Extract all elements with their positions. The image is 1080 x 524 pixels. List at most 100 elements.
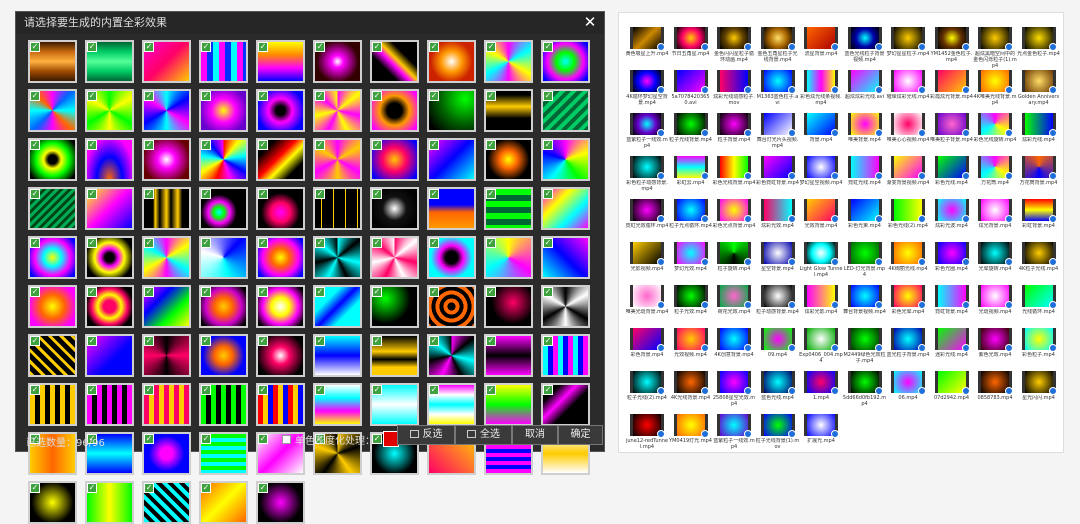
effect-checkbox-icon[interactable]: ✓: [315, 287, 325, 297]
effect-thumbnail[interactable]: ✓: [370, 40, 419, 83]
effect-checkbox-icon[interactable]: ✓: [201, 385, 211, 395]
file-item[interactable]: 彩色粒子.mp4: [1019, 328, 1059, 370]
effect-checkbox-icon[interactable]: ✓: [258, 385, 268, 395]
file-item[interactable]: 迷彩光线.mp4: [932, 328, 972, 370]
effect-checkbox-icon[interactable]: ✓: [144, 434, 154, 444]
effect-thumbnail[interactable]: ✓: [199, 432, 248, 475]
effect-thumbnail[interactable]: ✓: [484, 89, 533, 132]
file-item[interactable]: 彩色背景.mp4: [627, 328, 667, 370]
ok-button[interactable]: 确定: [558, 425, 603, 445]
effect-checkbox-icon[interactable]: ✓: [486, 189, 496, 199]
effect-checkbox-icon[interactable]: ✓: [486, 336, 496, 346]
file-item[interactable]: YM0419灯光.mp4: [669, 414, 712, 456]
effect-thumbnail[interactable]: ✓: [370, 236, 419, 279]
file-item[interactable]: 节日五角星.mp4: [671, 27, 711, 69]
file-item[interactable]: 彩色光晕.mp4: [888, 285, 928, 327]
file-item[interactable]: 唯美背景.mp4: [845, 113, 885, 155]
effect-checkbox-icon[interactable]: ✓: [201, 483, 211, 493]
effect-checkbox-icon[interactable]: ✓: [30, 140, 40, 150]
effect-thumbnail[interactable]: ✓: [28, 187, 77, 230]
effect-checkbox-icon[interactable]: ✓: [30, 238, 40, 248]
file-item[interactable]: 彩色霓虹背景.mp4: [756, 156, 799, 198]
invert-button[interactable]: 反选: [397, 425, 455, 445]
effect-thumbnail[interactable]: ✓: [256, 481, 305, 524]
file-item[interactable]: M1363蓝色粒子.avi: [757, 70, 798, 112]
effect-checkbox-icon[interactable]: ✓: [372, 91, 382, 101]
file-item[interactable]: 梦幻光效.mp4: [671, 242, 711, 284]
file-item[interactable]: 光效背景.mp4: [801, 199, 841, 241]
effect-checkbox-icon[interactable]: ✓: [201, 42, 211, 52]
file-item[interactable]: 25808星空光效.mp4: [713, 371, 755, 413]
effect-thumbnail[interactable]: ✓: [541, 187, 590, 230]
effect-thumbnail[interactable]: ✓: [313, 383, 362, 426]
effect-thumbnail[interactable]: ✓: [142, 40, 191, 83]
effect-checkbox-icon[interactable]: ✓: [201, 91, 211, 101]
cancel-button[interactable]: 取消: [512, 425, 558, 445]
file-item[interactable]: 4K粒子光线.mp4: [1019, 242, 1059, 284]
effect-checkbox-icon[interactable]: ✓: [30, 385, 40, 395]
file-item[interactable]: 彩色粒子动感背景.mp4: [626, 156, 668, 198]
effect-thumbnail[interactable]: ✓: [142, 432, 191, 475]
effect-thumbnail[interactable]: ✓: [199, 187, 248, 230]
file-item[interactable]: 梦幻星星粒子.mp4: [887, 27, 929, 69]
effect-thumbnail[interactable]: ✓: [427, 138, 476, 181]
effect-thumbnail[interactable]: ✓: [28, 40, 77, 83]
file-item[interactable]: 璀璨炫彩光线.mp4: [887, 70, 929, 112]
file-item[interactable]: 蓝紫粒子一线效.mp4: [713, 414, 755, 456]
effect-thumbnail[interactable]: ✓: [541, 236, 590, 279]
file-item[interactable]: 舞台灯光片头视频.mp4: [757, 113, 798, 155]
file-item[interactable]: 4K绚丽光线.mp4: [888, 242, 928, 284]
file-item[interactable]: 粒子光效.mp4: [671, 285, 711, 327]
effect-checkbox-icon[interactable]: ✓: [543, 42, 553, 52]
effect-checkbox-icon[interactable]: ✓: [543, 238, 553, 248]
effect-checkbox-icon[interactable]: ✓: [87, 42, 97, 52]
effect-thumbnail[interactable]: ✓: [85, 383, 134, 426]
file-item[interactable]: 星空背景.mp4: [758, 242, 798, 284]
effect-thumbnail[interactable]: ✓: [199, 334, 248, 377]
file-item[interactable]: 炫彩光效.mp4: [758, 199, 798, 241]
file-item[interactable]: 光线循环.mp4: [1019, 285, 1059, 327]
effect-thumbnail[interactable]: ✓: [370, 138, 419, 181]
effect-thumbnail[interactable]: ✓: [313, 236, 362, 279]
file-item[interactable]: Light Glow Tunnel.mp4: [800, 242, 842, 284]
effect-thumbnail[interactable]: ✓: [142, 285, 191, 328]
file-item[interactable]: 万花筒背景.mp4: [1019, 156, 1059, 198]
effect-thumbnail[interactable]: ✓: [541, 285, 590, 328]
effect-checkbox-icon[interactable]: ✓: [429, 287, 439, 297]
effect-thumbnail[interactable]: ✓: [313, 187, 362, 230]
effect-checkbox-icon[interactable]: ✓: [486, 385, 496, 395]
effect-checkbox-icon[interactable]: ✓: [144, 287, 154, 297]
file-item[interactable]: 彩色光线.mp4: [932, 156, 972, 198]
file-item[interactable]: june12-redTunnel.mp4: [626, 414, 668, 456]
effect-thumbnail[interactable]: ✓: [85, 285, 134, 328]
file-item[interactable]: 黄色吸星上升.mp4: [626, 27, 668, 69]
effect-checkbox-icon[interactable]: ✓: [258, 140, 268, 150]
file-item[interactable]: 粒子光线(2).mp4: [627, 371, 667, 413]
file-item[interactable]: 蓝色光线.mp4: [758, 371, 798, 413]
file-item[interactable]: 超炫黑暗空间中的金色闪烁粒子(1).mp4: [973, 27, 1017, 69]
file-item[interactable]: 彩虹背景.mp4: [1019, 199, 1059, 241]
effect-thumbnail[interactable]: ✓: [313, 334, 362, 377]
file-item[interactable]: 彩虹云.mp4: [671, 156, 711, 198]
effect-thumbnail[interactable]: ✓: [541, 40, 590, 83]
effect-checkbox-icon[interactable]: ✓: [144, 91, 154, 101]
effect-thumbnail[interactable]: ✓: [142, 481, 191, 524]
effect-thumbnail[interactable]: ✓: [85, 334, 134, 377]
effect-thumbnail[interactable]: ✓: [427, 40, 476, 83]
effect-checkbox-icon[interactable]: ✓: [372, 385, 382, 395]
file-item[interactable]: 5a7078420365 0.avi: [671, 70, 711, 112]
effect-checkbox-icon[interactable]: ✓: [543, 385, 553, 395]
effect-thumbnail[interactable]: ✓: [85, 187, 134, 230]
effect-checkbox-icon[interactable]: ✓: [258, 42, 268, 52]
effect-checkbox-icon[interactable]: ✓: [30, 287, 40, 297]
effect-checkbox-icon[interactable]: ✓: [144, 42, 154, 52]
effect-checkbox-icon[interactable]: ✓: [201, 287, 211, 297]
file-item[interactable]: 唯美粒子背景.mp4: [930, 113, 973, 155]
effect-checkbox-icon[interactable]: ✓: [201, 336, 211, 346]
file-item[interactable]: 荷花光效.mp4: [714, 285, 754, 327]
file-item[interactable]: 彩色光束.mp4: [845, 199, 885, 241]
effect-thumbnail[interactable]: ✓: [28, 383, 77, 426]
effect-checkbox-icon[interactable]: ✓: [87, 91, 97, 101]
effect-checkbox-icon[interactable]: ✓: [258, 483, 268, 493]
file-item[interactable]: 唯美心心视频.mp4: [887, 113, 929, 155]
